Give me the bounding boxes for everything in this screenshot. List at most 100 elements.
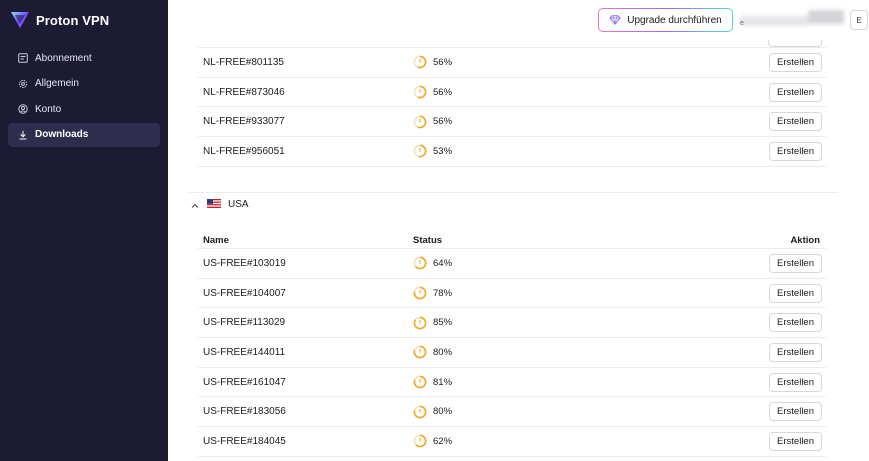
create-button[interactable]: Erstellen bbox=[769, 253, 822, 273]
column-header-action: Aktion bbox=[790, 235, 820, 246]
load-gauge-icon bbox=[413, 435, 427, 448]
create-button[interactable]: Erstellen bbox=[769, 283, 822, 303]
table-row: US-FREE#103019 64% Erstellen bbox=[198, 249, 826, 279]
server-name: NL-FREE#956051 bbox=[203, 145, 285, 157]
create-button[interactable]: Erstellen bbox=[769, 342, 822, 362]
table-row: NL-FREE#956051 53% Erstellen bbox=[198, 137, 826, 167]
load-gauge-icon bbox=[413, 316, 427, 330]
sidebar-item-label: Abonnement bbox=[35, 52, 92, 64]
upgrade-button[interactable]: Upgrade durchführen bbox=[598, 8, 733, 32]
table-row: US-FREE#184045 62% Erstellen bbox=[198, 427, 826, 457]
account-plan-blurred bbox=[808, 10, 844, 24]
table-row: US-FREE#113029 85% Erstellen bbox=[198, 308, 826, 339]
sidebar: Proton VPN Abonnement Allgemein Konto Do… bbox=[0, 0, 168, 461]
load-gauge-icon bbox=[413, 145, 427, 158]
load-percent: 80% bbox=[433, 406, 453, 418]
download-icon bbox=[17, 129, 29, 141]
create-button[interactable]: Erstellen bbox=[769, 372, 822, 392]
create-button-partial[interactable] bbox=[768, 40, 822, 47]
server-name: NL-FREE#933077 bbox=[203, 116, 285, 128]
load-percent: 81% bbox=[433, 376, 453, 388]
column-header-status: Status bbox=[413, 235, 443, 246]
subscription-icon bbox=[17, 52, 29, 64]
table-row: US-FREE#144011 80% Erstellen bbox=[198, 338, 826, 368]
server-load: 80% bbox=[413, 405, 452, 419]
upgrade-button-label: Upgrade durchführen bbox=[627, 14, 722, 26]
account-info[interactable]: e bbox=[740, 10, 845, 30]
country-header-usa[interactable]: USA bbox=[188, 192, 838, 218]
country-name: USA bbox=[228, 199, 249, 210]
load-percent: 56% bbox=[433, 56, 453, 68]
table-row: US-FREE#104007 78% Erstellen bbox=[198, 279, 826, 309]
diamond-icon bbox=[609, 15, 621, 25]
server-load: 56% bbox=[413, 115, 452, 129]
sidebar-item-downloads[interactable]: Downloads bbox=[8, 122, 160, 147]
table-row: NL-FREE#933077 56% Erstellen bbox=[198, 107, 826, 138]
load-percent: 53% bbox=[433, 145, 453, 157]
create-button[interactable]: Erstellen bbox=[769, 431, 822, 451]
sidebar-item-label: Allgemein bbox=[35, 78, 79, 89]
load-percent: 56% bbox=[433, 116, 453, 128]
load-percent: 56% bbox=[433, 86, 453, 98]
nl-server-table: NL-FREE#801135 56% Erstellen NL-FREE#873… bbox=[198, 48, 826, 167]
server-name: NL-FREE#873046 bbox=[203, 86, 285, 98]
server-load: 81% bbox=[413, 375, 452, 389]
server-load: 80% bbox=[413, 345, 452, 359]
load-percent: 62% bbox=[433, 435, 453, 447]
logo-text: Proton VPN bbox=[36, 12, 110, 28]
gear-icon bbox=[17, 78, 29, 90]
server-load: 56% bbox=[413, 55, 452, 69]
load-gauge-icon bbox=[413, 256, 427, 270]
avatar[interactable]: E bbox=[850, 10, 868, 30]
server-name: US-FREE#183056 bbox=[203, 406, 286, 418]
server-load: 62% bbox=[413, 434, 452, 448]
server-name: US-FREE#103019 bbox=[203, 257, 286, 269]
sidebar-item-abonnement[interactable]: Abonnement bbox=[8, 46, 160, 70]
load-gauge-icon bbox=[413, 286, 427, 300]
column-header-name: Name bbox=[203, 235, 229, 246]
create-button[interactable]: Erstellen bbox=[769, 402, 822, 422]
sidebar-item-label: Konto bbox=[35, 103, 62, 115]
server-name: US-FREE#113029 bbox=[203, 317, 286, 329]
sidebar-nav: Abonnement Allgemein Konto Downloads bbox=[8, 46, 160, 148]
load-gauge-icon bbox=[413, 346, 427, 359]
load-gauge-icon bbox=[413, 115, 427, 129]
table-row bbox=[198, 40, 826, 48]
server-name: US-FREE#184045 bbox=[203, 435, 286, 447]
chevron-up-icon[interactable] bbox=[190, 201, 200, 211]
server-name: US-FREE#104007 bbox=[203, 287, 286, 299]
account-email: e bbox=[740, 20, 744, 27]
create-button[interactable]: Erstellen bbox=[769, 82, 822, 102]
usa-flag-icon bbox=[207, 199, 221, 208]
load-gauge-icon bbox=[413, 85, 427, 99]
server-load: 78% bbox=[413, 286, 452, 300]
load-gauge-icon bbox=[413, 375, 427, 389]
load-gauge-icon bbox=[413, 405, 427, 419]
table-row: NL-FREE#873046 56% Erstellen bbox=[198, 78, 826, 108]
server-name: US-FREE#144011 bbox=[203, 346, 286, 358]
load-gauge-icon bbox=[413, 55, 427, 69]
load-percent: 78% bbox=[433, 287, 453, 299]
server-load: 64% bbox=[413, 256, 452, 270]
proton-vpn-logo[interactable]: Proton VPN bbox=[10, 11, 109, 29]
create-button[interactable]: Erstellen bbox=[769, 112, 822, 132]
user-icon bbox=[17, 103, 29, 115]
table-header: Name Status Aktion bbox=[198, 229, 826, 249]
create-button[interactable]: Erstellen bbox=[769, 141, 822, 161]
create-button[interactable]: Erstellen bbox=[769, 313, 822, 333]
server-load: 53% bbox=[413, 144, 452, 158]
sidebar-item-label: Downloads bbox=[35, 129, 89, 140]
server-load: 56% bbox=[413, 85, 452, 99]
account-name-blurred bbox=[740, 16, 810, 26]
create-button[interactable]: Erstellen bbox=[769, 52, 822, 72]
proton-vpn-logo-icon bbox=[11, 12, 29, 28]
usa-server-table: Name Status Aktion US-FREE#103019 64% Er… bbox=[198, 229, 826, 457]
top-header: Upgrade durchführen e E bbox=[168, 0, 869, 40]
server-name: NL-FREE#801135 bbox=[203, 56, 284, 68]
load-percent: 80% bbox=[433, 346, 453, 358]
table-row: US-FREE#161047 81% Erstellen bbox=[198, 368, 826, 398]
sidebar-item-konto[interactable]: Konto bbox=[8, 97, 160, 121]
load-percent: 64% bbox=[433, 257, 453, 269]
sidebar-item-allgemein[interactable]: Allgemein bbox=[8, 72, 160, 96]
server-load: 85% bbox=[413, 316, 452, 330]
